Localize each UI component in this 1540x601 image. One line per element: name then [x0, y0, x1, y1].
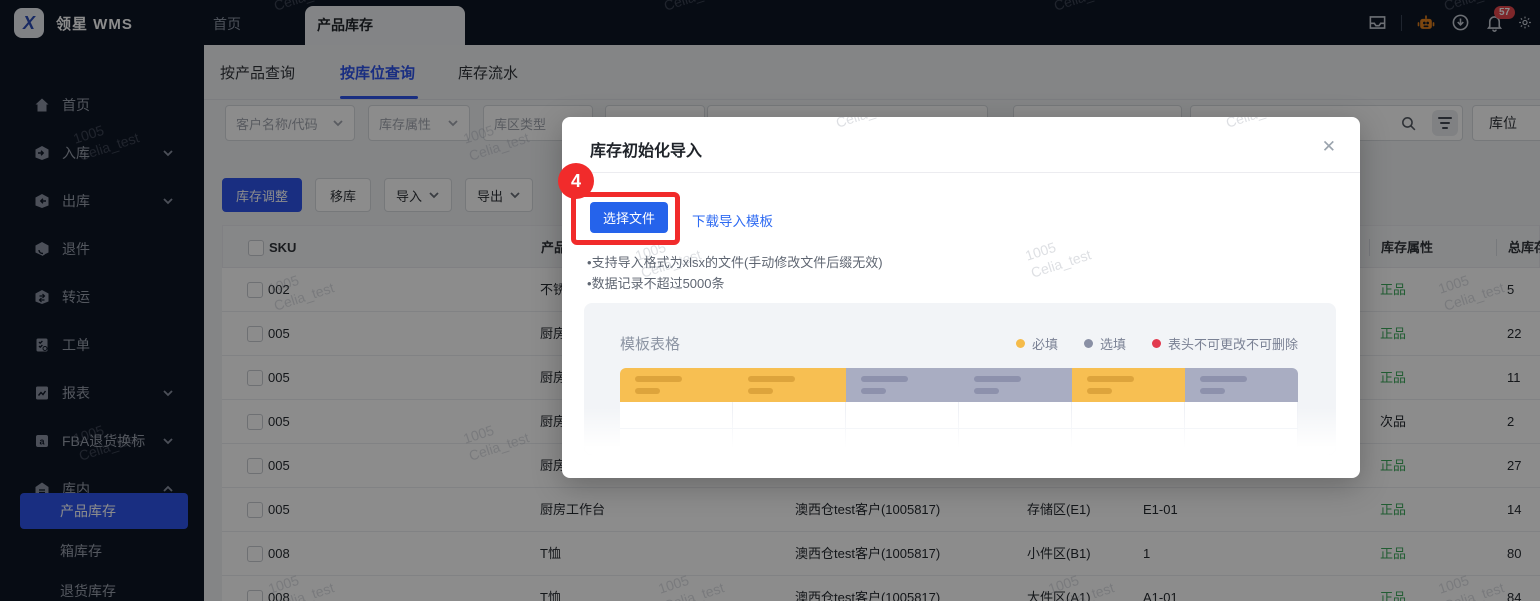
mock-header-cell-optional: [959, 368, 1072, 402]
template-legend: 必填 选填 表头不可更改不可删除: [1015, 334, 1298, 353]
legend-dot: [1015, 339, 1025, 348]
template-fade: [584, 407, 1336, 455]
legend-dot: [1151, 339, 1161, 348]
close-icon[interactable]: ✕: [1322, 137, 1336, 157]
mock-header-cell-required: [620, 368, 733, 402]
download-template-link[interactable]: 下载导入模板: [692, 210, 773, 230]
mock-header-cell-optional: [1185, 368, 1298, 402]
legend-item-1: 选填: [1083, 334, 1126, 353]
template-preview-panel: 模板表格 必填 选填 表头不可更改不可删除: [584, 303, 1336, 455]
import-note-1: •支持导入格式为xlsx的文件(手动修改文件后缀无效): [587, 255, 883, 270]
mock-header-cell-required: [1072, 368, 1185, 402]
step-number-badge: 4: [558, 163, 594, 199]
import-note-2: •数据记录不超过5000条: [587, 276, 725, 291]
step-highlight-box: [571, 192, 680, 245]
legend-dot: [1083, 339, 1093, 348]
mock-header-cell-required: [733, 368, 846, 402]
modal-title: 库存初始化导入: [590, 143, 703, 160]
modal-divider: [562, 172, 1360, 173]
legend-item-2: 表头不可更改不可删除: [1151, 334, 1298, 353]
legend-item-0: 必填: [1015, 334, 1058, 353]
template-label: 模板表格: [620, 336, 681, 353]
inventory-import-modal: 1005Celia_test1005Celia_test1005Celia_te…: [562, 117, 1360, 478]
mock-header-cell-optional: [846, 368, 959, 402]
